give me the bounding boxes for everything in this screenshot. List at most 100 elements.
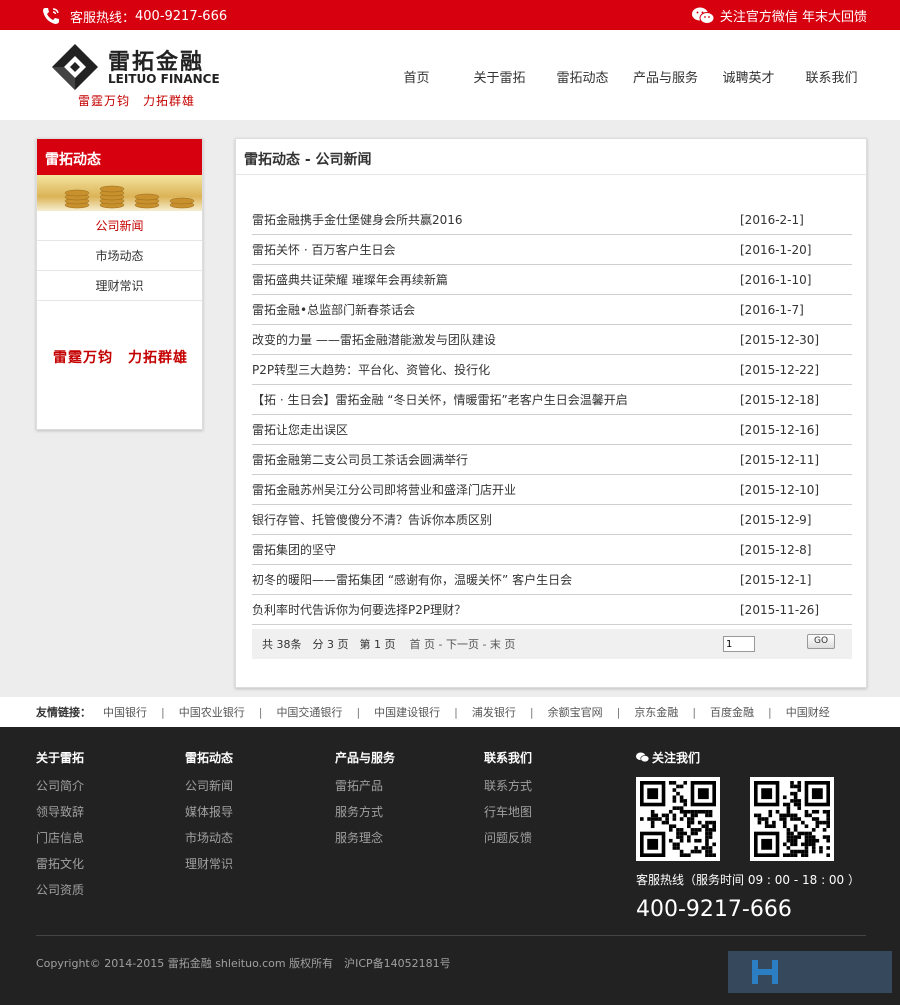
nav-contact[interactable]: 联系我们 [790,67,873,86]
nav-home[interactable]: 首页 [375,67,458,86]
footer-link[interactable]: 公司新闻 [185,777,315,803]
friend-links: 友情链接： 中国银行 | 中国农业银行 | 中国交通银行 | 中国建设银行 | 浦发银行 | 余额宝… [0,697,900,727]
nav-careers[interactable]: 诚聘英才 [707,67,790,86]
sidebar-item-finance-tips[interactable]: 理财常识 [37,271,202,301]
news-row[interactable]: P2P转型三大趋势：平台化、资管化、投行化 [2015-12-22] [252,355,852,385]
logo[interactable]: 雷拓金融 LEITUO FINANCE 雷霆万钧 力拓群雄 [50,40,220,110]
news-row[interactable]: 雷拓金融第二支公司员工茶话会圆满举行 [2015-12-11] [252,445,852,475]
friend-link[interactable]: 中国建设银行 [374,704,440,720]
footer-link[interactable]: 理财常识 [185,855,315,881]
news-title[interactable]: 【拓 · 生日会】雷拓金融 “冬日关怀，情暖雷拓”老客户生日会温馨开启 [252,391,628,408]
footer-link[interactable]: 服务方式 [335,803,465,829]
news-title[interactable]: P2P转型三大趋势：平台化、资管化、投行化 [252,361,490,378]
friend-link-separator: | [692,705,697,719]
news-row[interactable]: 改变的力量 ——雷拓金融潜能激发与团队建设 [2015-12-30] [252,325,852,355]
nav-products[interactable]: 产品与服务 [624,67,707,86]
news-title[interactable]: 改变的力量 ——雷拓金融潜能激发与团队建设 [252,331,496,348]
page-title: 雷拓动态 - 公司新闻 [236,139,866,175]
news-date: [2015-12-9] [740,512,812,527]
logo-mark-icon [52,44,98,90]
wechat-icon [691,7,714,24]
news-row[interactable]: 雷拓金融携手金仕堡健身会所共赢2016 [2016-2-1] [252,205,852,235]
news-title[interactable]: 初冬的暖阳——雷拓集团 “感谢有你，温暖关怀” 客户生日会 [252,571,572,588]
nav-news[interactable]: 雷拓动态 [541,67,624,86]
news-title[interactable]: 雷拓金融苏州吴江分公司即将营业和盛泽门店开业 [252,481,516,498]
footer-link[interactable]: 门店信息 [36,829,166,855]
footer-link[interactable]: 行车地图 [484,803,614,829]
news-title[interactable]: 负利率时代告诉你为何要选择P2P理财？ [252,601,466,618]
friend-link[interactable]: 余额宝官网 [548,704,603,720]
footer-link[interactable]: 公司资质 [36,881,166,907]
footer-link[interactable]: 媒体报导 [185,803,315,829]
friend-link-separator: | [529,705,534,719]
friend-link[interactable]: 中国交通银行 [276,704,342,720]
go-button[interactable]: GO [807,634,835,649]
footer-link[interactable]: 市场动态 [185,829,315,855]
news-row[interactable]: 雷拓集团的坚守 [2015-12-8] [252,535,852,565]
news-date: [2016-1-20] [740,242,812,257]
pager-links[interactable]: 首 页 - 下一页 - 末 页 [409,636,515,652]
news-row[interactable]: 雷拓金融•总监部门新春茶话会 [2016-1-7] [252,295,852,325]
footer-link[interactable]: 公司简介 [36,777,166,803]
news-list: 雷拓金融携手金仕堡健身会所共赢2016 [2016-2-1] 雷拓关怀 · 百万客户… [252,205,852,625]
watermark-icon [752,960,778,984]
friend-link[interactable]: 中国财经 [786,704,830,720]
news-title[interactable]: 雷拓金融第二支公司员工茶话会圆满举行 [252,451,468,468]
qr-code-icon [754,781,830,857]
news-title[interactable]: 雷拓关怀 · 百万客户生日会 [252,241,395,258]
news-date: [2015-12-1] [740,572,812,587]
news-panel: 雷拓动态 - 公司新闻 雷拓金融携手金仕堡健身会所共赢2016 [2016-2-1… [235,138,867,688]
news-date: [2015-12-22] [740,362,820,377]
footer-column: 关于雷拓 公司简介 领导致辞 门店信息 雷拓文化 公司资质 [36,749,166,907]
footer-link[interactable]: 雷拓产品 [335,777,465,803]
news-title[interactable]: 雷拓让您走出误区 [252,421,348,438]
friend-link-separator: | [258,705,263,719]
news-row[interactable]: 负利率时代告诉你为何要选择P2P理财？ [2015-11-26] [252,595,852,625]
news-row[interactable]: 【拓 · 生日会】雷拓金融 “冬日关怀，情暖雷拓”老客户生日会温馨开启 [2015… [252,385,852,415]
coins-banner [37,175,202,211]
sidebar-menu: 公司新闻 市场动态 理财常识 [37,211,202,301]
news-row[interactable]: 银行存管、托管傻傻分不清？告诉你本质区别 [2015-12-9] [252,505,852,535]
sidebar-slogan: 雷霆万钧 力拓群雄 [53,350,188,366]
friend-link-separator: | [161,705,165,719]
friend-link[interactable]: 京东金融 [634,704,678,720]
footer-link[interactable]: 雷拓文化 [36,855,166,881]
news-title[interactable]: 雷拓金融携手金仕堡健身会所共赢2016 [252,211,463,228]
sidebar-item-company-news[interactable]: 公司新闻 [37,211,202,241]
wechat-follow[interactable]: 关注官方微信 年末大回馈 [691,6,867,25]
news-row[interactable]: 初冬的暖阳——雷拓集团 “感谢有你，温暖关怀” 客户生日会 [2015-12-1] [252,565,852,595]
news-title[interactable]: 雷拓盛典共证荣耀 璀璨年会再续新篇 [252,271,448,288]
news-title[interactable]: 银行存管、托管傻傻分不清？告诉你本质区别 [252,511,492,528]
page-number-input[interactable] [723,636,755,652]
news-title[interactable]: 雷拓金融•总监部门新春茶话会 [252,301,415,318]
news-row[interactable]: 雷拓让您走出误区 [2015-12-16] [252,415,852,445]
phone-icon [43,8,59,24]
footer-divider [36,935,866,936]
friend-link[interactable]: 中国农业银行 [179,704,245,720]
news-date: [2015-12-10] [740,482,820,497]
coins-image-icon [64,185,195,209]
footer-link[interactable]: 问题反馈 [484,829,614,855]
footer-link[interactable]: 服务理念 [335,829,465,855]
news-row[interactable]: 雷拓金融苏州吴江分公司即将营业和盛泽门店开业 [2015-12-10] [252,475,852,505]
sidebar-item-market[interactable]: 市场动态 [37,241,202,271]
footer-column-title: 产品与服务 [335,751,396,765]
friend-link[interactable]: 浦发银行 [472,704,516,720]
friend-link[interactable]: 中国银行 [103,704,147,720]
top-bar: 客服热线： 400-9217-666 关注官方微信 年末大回馈 [0,0,900,30]
footer-link[interactable]: 联系方式 [484,777,614,803]
news-row[interactable]: 雷拓关怀 · 百万客户生日会 [2016-1-20] [252,235,852,265]
news-title[interactable]: 雷拓集团的坚守 [252,541,336,558]
news-row[interactable]: 雷拓盛典共证荣耀 璀璨年会再续新篇 [2016-1-10] [252,265,852,295]
pager-info: 共 38条 分 3 页 第 1 页 [262,638,396,651]
footer-link[interactable]: 领导致辞 [36,803,166,829]
watermark-logo [728,951,892,993]
qr-code-2 [750,777,834,861]
hotline-number: 400-9217-666 [135,8,228,24]
nav-about[interactable]: 关于雷拓 [458,67,541,86]
friend-link[interactable]: 百度金融 [710,704,754,720]
sidebar: 雷拓动态 公司新闻 市场动态 理财常识 雷霆万钧 力拓群雄 [36,138,203,430]
friend-link-separator: | [616,705,621,719]
wechat-small-icon [636,752,649,763]
footer-column: 雷拓动态 公司新闻 媒体报导 市场动态 理财常识 [185,749,315,881]
